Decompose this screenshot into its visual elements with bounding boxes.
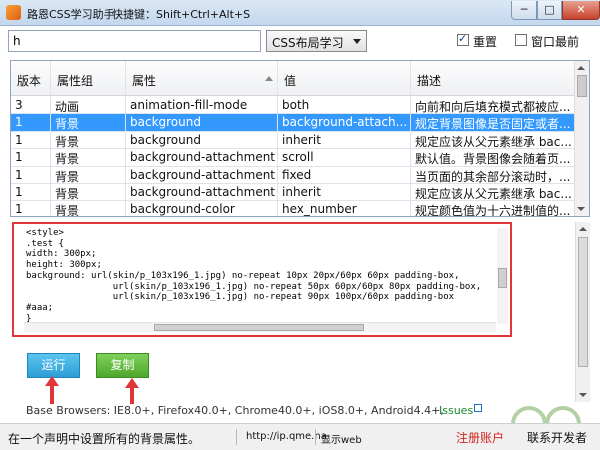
- table-row[interactable]: 1 背景 background-color hex_number 规定颜色值为十…: [11, 201, 576, 216]
- maximize-button[interactable]: □: [537, 1, 562, 20]
- issues-link[interactable]: Issues: [439, 404, 483, 417]
- search-input[interactable]: [8, 30, 261, 52]
- reset-checkbox[interactable]: [457, 32, 469, 46]
- cell-property: background-attachment: [126, 183, 278, 201]
- cell-version: 1: [11, 166, 51, 184]
- cell-group: 动画: [51, 97, 126, 114]
- cell-property: background-attachment: [126, 149, 278, 167]
- cell-value: hex_number: [278, 201, 411, 216]
- scroll-up-icon[interactable]: [579, 227, 587, 231]
- cell-group: 背景: [51, 201, 126, 216]
- table-row[interactable]: 1 背景 background-attachment inherit 规定应该从…: [11, 183, 576, 202]
- sort-up-icon: [265, 76, 273, 81]
- reset-label: 重置: [473, 35, 498, 49]
- cell-value: inherit: [278, 183, 411, 201]
- scroll-down-icon[interactable]: [577, 207, 585, 211]
- copy-button[interactable]: 复制: [96, 353, 149, 378]
- arrow-up-icon: [125, 378, 139, 404]
- external-link-icon: [474, 404, 483, 412]
- scroll-thumb[interactable]: [578, 237, 588, 367]
- title-bar[interactable]: 路恩CSS学习助手 快捷键：Shift+Ctrl+Alt+S ─ □ ✕: [0, 0, 600, 26]
- code-text[interactable]: <style> .test { width: 300px; height: 30…: [26, 228, 481, 324]
- cell-value: background-attach...: [278, 114, 411, 132]
- table-row-selected[interactable]: 1 背景 background background-attach... 规定背…: [11, 114, 576, 132]
- scroll-thumb[interactable]: [577, 75, 587, 97]
- cell-value: both: [278, 97, 411, 114]
- topmost-label: 窗口最前: [531, 35, 580, 49]
- cell-version: 1: [11, 149, 51, 167]
- cell-description: 当页面的其余部分滚动时，...: [411, 166, 576, 184]
- scroll-up-icon[interactable]: [577, 66, 585, 70]
- status-separator: [315, 429, 316, 445]
- table-row[interactable]: 3 动画 animation-fill-mode both 向前和向后填充模式都…: [11, 97, 576, 115]
- cell-property: background-attachment: [126, 166, 278, 184]
- status-separator: [236, 429, 237, 445]
- app-icon: [6, 5, 21, 20]
- cell-version: 1: [11, 201, 51, 216]
- table-row[interactable]: 1 背景 background inherit 规定应该从父元素继承 bac..…: [11, 131, 576, 150]
- minimize-button[interactable]: ─: [511, 1, 537, 20]
- close-button[interactable]: ✕: [562, 1, 600, 20]
- cell-property: background: [126, 131, 278, 149]
- browser-support: Base Browsers: IE8.0+, Firefox40.0+, Chr…: [26, 404, 444, 417]
- status-description: 在一个声明中设置所有的背景属性。: [8, 432, 201, 446]
- code-horizontal-scrollbar[interactable]: [24, 322, 496, 332]
- header-description[interactable]: 描述: [411, 61, 576, 96]
- cell-value: scroll: [278, 149, 411, 167]
- header-group[interactable]: 属性组: [51, 61, 126, 96]
- cell-value: fixed: [278, 166, 411, 184]
- cell-group: 背景: [51, 166, 126, 184]
- cell-property: animation-fill-mode: [126, 97, 278, 114]
- cell-version: 1: [11, 183, 51, 201]
- cell-version: 1: [11, 114, 51, 132]
- run-button[interactable]: 运行: [27, 353, 80, 378]
- cell-description: 规定背景图像是否固定或者...: [411, 114, 576, 132]
- status-mode[interactable]: 显示web: [321, 431, 362, 446]
- cell-version: 1: [11, 131, 51, 149]
- cell-description: 向前和向后填充模式都被应...: [411, 97, 576, 114]
- cell-version: 3: [11, 97, 51, 114]
- header-version[interactable]: 版本: [11, 61, 51, 96]
- cell-description: 规定应该从父元素继承 bac...: [411, 183, 576, 201]
- scroll-thumb[interactable]: [498, 268, 507, 288]
- scroll-thumb[interactable]: [154, 324, 364, 331]
- cell-group: 背景: [51, 183, 126, 201]
- cell-property: background-color: [126, 201, 278, 216]
- table-scrollbar[interactable]: [574, 61, 589, 216]
- table-header: 版本 属性组 属性 值 描述: [11, 61, 576, 96]
- cell-group: 背景: [51, 131, 126, 149]
- table-body: 3 动画 animation-fill-mode both 向前和向后填充模式都…: [11, 97, 576, 216]
- cell-group: 背景: [51, 149, 126, 167]
- cell-description: 默认值。背景图像会随着页...: [411, 149, 576, 167]
- arrow-up-icon: [45, 376, 59, 404]
- property-table[interactable]: 版本 属性组 属性 值 描述 3 动画 animation-fill-mode …: [10, 60, 590, 217]
- register-link[interactable]: 注册账户: [456, 429, 504, 446]
- header-property[interactable]: 属性: [126, 61, 278, 96]
- cell-property: background: [126, 114, 278, 132]
- contact-developer-link[interactable]: 联系开发者: [527, 429, 587, 446]
- category-select[interactable]: CSS布局学习: [266, 30, 367, 52]
- panel-scrollbar[interactable]: [575, 222, 590, 402]
- category-select-value: CSS布局学习: [272, 36, 344, 50]
- status-bar: 在一个声明中设置所有的背景属性。 http://ip.qme.na 显示web …: [0, 423, 600, 450]
- cell-description: 规定颜色值为十六进制值的...: [411, 201, 576, 216]
- chevron-down-icon: [353, 39, 361, 44]
- window-title: 路恩CSS学习助手: [27, 8, 115, 21]
- cell-value: inherit: [278, 131, 411, 149]
- cell-description: 规定应该从父元素继承 bac...: [411, 131, 576, 149]
- cell-group: 背景: [51, 114, 126, 132]
- code-vertical-scrollbar[interactable]: [497, 228, 508, 324]
- topmost-checkbox[interactable]: [515, 34, 527, 46]
- table-row[interactable]: 1 背景 background-attachment scroll 默认值。背景…: [11, 149, 576, 167]
- shortcut-hint: 快捷键：Shift+Ctrl+Alt+S: [112, 8, 251, 21]
- header-value[interactable]: 值: [278, 61, 411, 96]
- code-editor[interactable]: <style> .test { width: 300px; height: 30…: [12, 222, 512, 337]
- table-row[interactable]: 1 背景 background-attachment fixed 当页面的其余部…: [11, 166, 576, 184]
- issues-label: Issues: [439, 404, 474, 417]
